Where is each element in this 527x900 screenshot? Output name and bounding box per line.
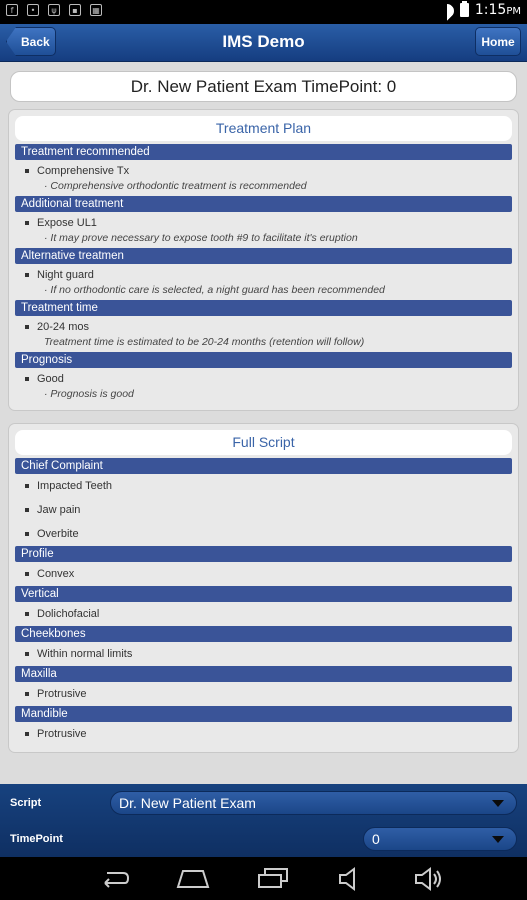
list-item: Convex bbox=[15, 568, 512, 580]
item-note: · If no orthodontic care is selected, a … bbox=[44, 284, 385, 296]
bullet-icon bbox=[25, 325, 29, 329]
list-item: Overbite bbox=[15, 528, 512, 540]
home-icon[interactable] bbox=[175, 867, 211, 889]
image-icon: ▦ bbox=[90, 4, 102, 16]
script-select[interactable]: Dr. New Patient Exam bbox=[110, 791, 517, 815]
timepoint-label: TimePoint bbox=[10, 833, 63, 845]
clock: 1:15PM bbox=[474, 2, 521, 18]
list-item: Dolichofacial bbox=[15, 608, 512, 620]
recent-apps-icon[interactable] bbox=[255, 867, 289, 889]
section-header: Alternative treatmen bbox=[15, 248, 512, 264]
treatment-plan-panel: Treatment Plan Treatment recommended Com… bbox=[8, 109, 519, 411]
bullet-icon bbox=[25, 169, 29, 173]
wifi-icon bbox=[440, 4, 454, 16]
section-header: Treatment recommended bbox=[15, 144, 512, 160]
bullet-icon bbox=[25, 652, 29, 656]
content-scroll[interactable]: Dr. New Patient Exam TimePoint: 0 Treatm… bbox=[0, 62, 527, 784]
volume-down-icon[interactable] bbox=[337, 867, 365, 891]
section-header: Mandible bbox=[15, 706, 512, 722]
bottom-controls: Script Dr. New Patient Exam TimePoint 0 bbox=[0, 784, 527, 857]
section-header: Chief Complaint bbox=[15, 458, 512, 474]
list-item: Night guard bbox=[15, 269, 512, 281]
bullet-icon bbox=[25, 732, 29, 736]
item-note: · Prognosis is good bbox=[44, 388, 134, 400]
script-label: Script bbox=[10, 797, 42, 809]
section-header: Additional treatment bbox=[15, 196, 512, 212]
notification-icons: f • ψ ▪ ▦ bbox=[6, 4, 102, 16]
timepoint-select[interactable]: 0 bbox=[363, 827, 517, 851]
list-item: Protrusive bbox=[15, 728, 512, 740]
bullet-icon bbox=[25, 532, 29, 536]
bullet-icon bbox=[25, 692, 29, 696]
script-select-value: Dr. New Patient Exam bbox=[119, 795, 256, 811]
bullet-icon bbox=[25, 484, 29, 488]
bullet-icon bbox=[25, 377, 29, 381]
bullet-icon bbox=[25, 273, 29, 277]
list-item: Good bbox=[15, 373, 512, 385]
bullet-icon bbox=[25, 221, 29, 225]
list-item: 20-24 mos bbox=[15, 321, 512, 333]
section-header: Prognosis bbox=[15, 352, 512, 368]
timepoint-select-value: 0 bbox=[372, 831, 380, 847]
usb-icon: ψ bbox=[48, 4, 60, 16]
bullet-icon bbox=[25, 572, 29, 576]
facebook-icon: f bbox=[6, 4, 18, 16]
full-script-panel: Full Script Chief Complaint Impacted Tee… bbox=[8, 423, 519, 753]
list-item: Within normal limits bbox=[15, 648, 512, 660]
list-item: Protrusive bbox=[15, 688, 512, 700]
bullet-icon bbox=[25, 508, 29, 512]
app-header: Back IMS Demo Home bbox=[0, 24, 527, 62]
status-bar: f • ψ ▪ ▦ 1:15PM bbox=[0, 0, 527, 24]
notification-icon: • bbox=[27, 4, 39, 16]
list-item: Impacted Teeth bbox=[15, 480, 512, 492]
system-nav-bar bbox=[0, 857, 527, 900]
section-header: Maxilla bbox=[15, 666, 512, 682]
full-script-title: Full Script bbox=[15, 430, 512, 455]
section-header: Profile bbox=[15, 546, 512, 562]
home-button[interactable]: Home bbox=[475, 27, 521, 56]
chevron-down-icon bbox=[492, 836, 504, 843]
section-header: Vertical bbox=[15, 586, 512, 602]
treatment-plan-title: Treatment Plan bbox=[15, 116, 512, 141]
bullet-icon bbox=[25, 612, 29, 616]
list-item: Expose UL1 bbox=[15, 217, 512, 229]
page-title: Dr. New Patient Exam TimePoint: 0 bbox=[10, 71, 517, 102]
item-note: Treatment time is estimated to be 20-24 … bbox=[44, 336, 365, 348]
bag-icon: ▪ bbox=[69, 4, 81, 16]
list-item: Jaw pain bbox=[15, 504, 512, 516]
section-header: Treatment time bbox=[15, 300, 512, 316]
system-icons: 1:15PM bbox=[440, 1, 521, 18]
list-item: Comprehensive Tx bbox=[15, 165, 512, 177]
item-note: · It may prove necessary to expose tooth… bbox=[44, 232, 358, 244]
battery-icon bbox=[459, 1, 469, 17]
section-header: Cheekbones bbox=[15, 626, 512, 642]
back-arrow-icon[interactable] bbox=[97, 867, 131, 889]
chevron-down-icon bbox=[492, 800, 504, 807]
app-title: IMS Demo bbox=[222, 32, 305, 51]
volume-up-icon[interactable] bbox=[413, 867, 445, 891]
item-note: · Comprehensive orthodontic treatment is… bbox=[44, 180, 307, 192]
